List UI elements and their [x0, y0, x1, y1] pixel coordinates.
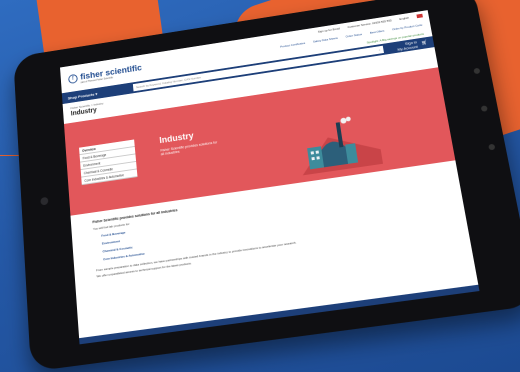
home-button-icon[interactable]: [480, 105, 488, 112]
shop-products-label: Shop Products: [67, 91, 95, 101]
link-sds[interactable]: Safety Data Sheets: [313, 36, 338, 43]
sidebar-nav: Overview Food & Beverage Environment Che…: [79, 139, 138, 186]
fisher-logo-icon[interactable]: f: [68, 73, 78, 85]
scene-background: Sign up for Email Customer Service: 0150…: [0, 0, 520, 372]
link-best-offers[interactable]: Best Offers: [370, 29, 385, 35]
factory-illustration: [298, 116, 384, 176]
hero-title: Industry: [158, 130, 195, 146]
tablet-screen: Sign up for Email Customer Service: 0150…: [60, 10, 480, 345]
camera-icon: [40, 196, 49, 206]
cart-icon[interactable]: 🛒︎: [421, 40, 428, 46]
link-order-by-code[interactable]: Order by Product Code: [392, 23, 423, 31]
menu-button-icon[interactable]: [488, 143, 496, 151]
tablet-device: Sign up for Email Customer Service: 0150…: [0, 0, 520, 372]
search-icon[interactable]: ⌕: [378, 48, 380, 52]
link-order-status[interactable]: Order Status: [345, 32, 362, 38]
back-button-icon[interactable]: [473, 67, 481, 75]
tablet-bezel: Sign up for Email Customer Service: 0150…: [13, 0, 520, 372]
footer-bar: [79, 284, 480, 345]
link-certificates[interactable]: Product Certificates: [280, 41, 306, 48]
account-menu[interactable]: Sign in My Account: [396, 40, 418, 52]
chevron-down-icon: ▾: [95, 91, 98, 96]
